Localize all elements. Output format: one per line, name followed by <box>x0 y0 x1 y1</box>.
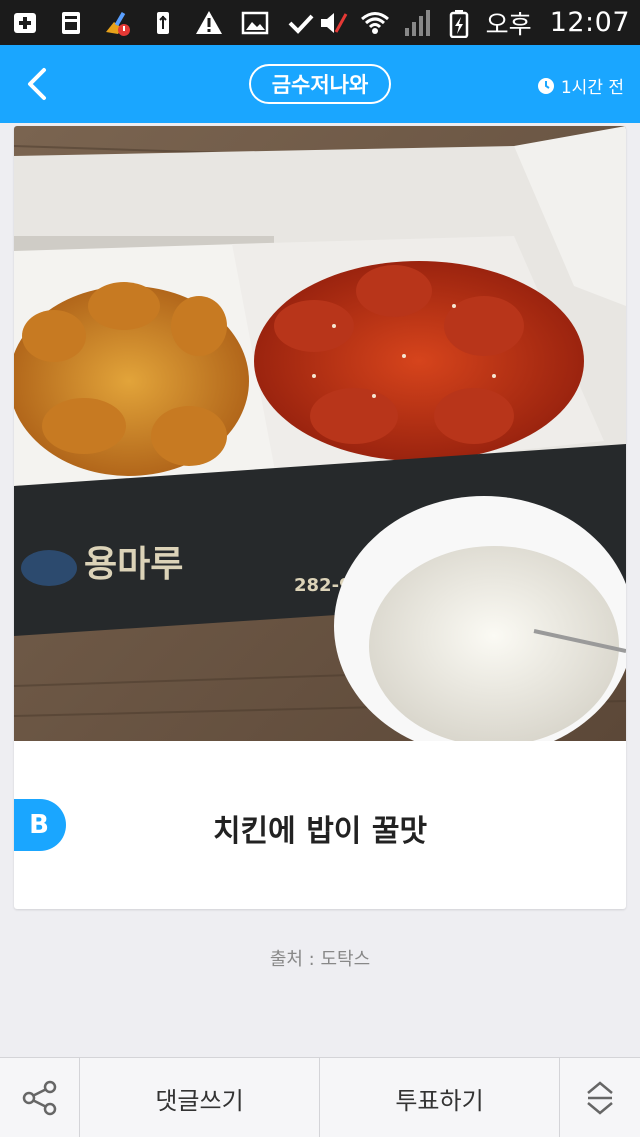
post-time: 1시간 전 <box>537 73 624 98</box>
signal-icon <box>402 8 432 38</box>
warning-icon <box>194 8 224 38</box>
channel-title[interactable]: 금수저나와 <box>249 64 391 104</box>
post-time-text: 1시간 전 <box>560 78 624 98</box>
post-photo[interactable]: 용마루 282-99 <box>14 126 626 741</box>
box-brand-text: 용마루 <box>84 544 183 585</box>
status-time: 12:07 <box>549 7 630 38</box>
vote-button[interactable]: 투표하기 <box>320 1058 560 1137</box>
app-header: 금수저나와 1시간 전 <box>0 45 640 123</box>
share-button[interactable] <box>0 1058 80 1137</box>
battery-charging-icon <box>444 8 474 38</box>
check-icon <box>286 8 316 38</box>
plus-square-icon <box>10 8 40 38</box>
up-down-arrows-icon <box>587 1081 613 1115</box>
back-button[interactable] <box>18 64 58 104</box>
post-caption: 치킨에 밥이 꿀맛 <box>212 814 428 849</box>
image-icon <box>240 8 270 38</box>
clock-icon <box>537 77 555 95</box>
status-bar: 오후 12:07 <box>0 0 640 45</box>
post-card: 용마루 282-99 B 치킨에 밥이 꿀맛 <box>14 126 626 909</box>
source-credit: 출처 : 도탁스 <box>269 949 371 970</box>
wifi-icon <box>360 8 390 38</box>
share-icon <box>22 1080 56 1116</box>
bottom-action-bar: 댓글쓰기 투표하기 <box>0 1057 640 1137</box>
chicken-rice-photo: 용마루 282-99 <box>14 126 626 741</box>
status-bar-right: 오후 12:07 <box>318 5 630 41</box>
scroll-toggle-button[interactable] <box>560 1058 640 1137</box>
write-comment-button[interactable]: 댓글쓰기 <box>80 1058 320 1137</box>
mute-icon <box>318 8 348 38</box>
usb-icon <box>148 8 178 38</box>
chevron-left-icon <box>28 68 46 100</box>
status-bar-left-icons <box>10 8 316 38</box>
cleaner-icon <box>102 8 132 38</box>
status-ampm: 오후 <box>485 9 532 39</box>
storage-icon <box>56 8 86 38</box>
